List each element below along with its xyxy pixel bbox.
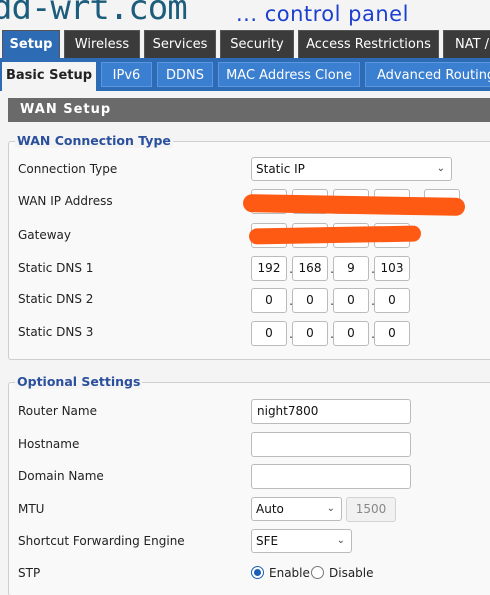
connection-type-label: Connection Type — [18, 162, 118, 176]
tab-ddns[interactable]: DDNS — [157, 62, 213, 87]
wan-connection-fieldset: WAN Connection Type Connection Type Stat… — [8, 133, 490, 360]
chevron-down-icon: ⌄ — [326, 503, 335, 514]
tab-security[interactable]: Security — [220, 30, 294, 58]
dns2-label: Static DNS 2 — [18, 292, 94, 306]
tab-advanced-routing[interactable]: Advanced Routing — [365, 62, 490, 87]
dns2-octet-1[interactable]: 0 — [251, 288, 287, 313]
connection-type-select[interactable]: Static IP ⌄ — [251, 157, 452, 181]
wan-ip-redaction — [242, 194, 466, 216]
optional-settings-legend: Optional Settings — [15, 374, 143, 389]
tab-wireless[interactable]: Wireless — [64, 30, 140, 58]
stp-disable-label[interactable]: Disable — [329, 566, 374, 580]
optional-settings-fieldset: Optional Settings Router Name night7800 … — [8, 374, 490, 595]
sfe-select[interactable]: SFE ⌄ — [251, 529, 352, 553]
router-name-label: Router Name — [18, 404, 97, 418]
sub-tab-bar: Basic Setup IPv6 DDNS MAC Address Clone … — [0, 58, 490, 91]
tagline: ... control panel — [236, 2, 409, 26]
content-area: WAN Setup WAN Connection Type Connection… — [0, 91, 490, 595]
mtu-mode-select[interactable]: Auto ⌄ — [251, 497, 342, 521]
dns3-octet-3[interactable]: 0 — [333, 321, 369, 346]
dns1-label: Static DNS 1 — [18, 261, 94, 275]
tab-nat[interactable]: NAT / — [443, 30, 490, 58]
tab-services[interactable]: Services — [144, 30, 216, 58]
dns2-octet-3[interactable]: 0 — [333, 288, 369, 313]
sfe-value: SFE — [256, 534, 279, 548]
tab-access-restrictions[interactable]: Access Restrictions — [298, 30, 439, 58]
tab-mac-address-clone[interactable]: MAC Address Clone — [218, 62, 360, 87]
mtu-label: MTU — [18, 502, 45, 516]
connection-type-value: Static IP — [256, 162, 305, 176]
domain-name-label: Domain Name — [18, 469, 104, 483]
dns2-octet-4[interactable]: 0 — [374, 288, 410, 313]
dns3-label: Static DNS 3 — [18, 325, 94, 339]
stp-disable-radio[interactable] — [311, 566, 324, 579]
stp-enable-label[interactable]: Enable — [269, 566, 310, 580]
dns3-octet-2[interactable]: 0 — [292, 321, 328, 346]
dns1-octet-1[interactable]: 192 — [251, 256, 287, 281]
dns3-octet-4[interactable]: 0 — [374, 321, 410, 346]
gateway-redaction — [248, 225, 422, 245]
stp-label: STP — [18, 566, 41, 580]
section-title: WAN Setup — [8, 98, 490, 122]
chevron-down-icon: ⌄ — [436, 163, 445, 174]
header: dd-wrt.com ... control panel — [0, 0, 490, 28]
dns3-octet-1[interactable]: 0 — [251, 321, 287, 346]
mtu-value-input: 1500 — [346, 497, 396, 522]
domain-name-input[interactable] — [251, 464, 411, 489]
dns1-octet-2[interactable]: 168 — [292, 256, 328, 281]
chevron-down-icon: ⌄ — [336, 535, 345, 546]
wan-ip-label: WAN IP Address — [18, 194, 113, 208]
hostname-label: Hostname — [18, 437, 80, 451]
mtu-mode-value: Auto — [256, 502, 284, 516]
router-name-input[interactable]: night7800 — [251, 399, 411, 424]
dns1-octet-3[interactable]: 9 — [333, 256, 369, 281]
tab-setup[interactable]: Setup — [2, 30, 60, 58]
dns2-octet-2[interactable]: 0 — [292, 288, 328, 313]
dns1-octet-4[interactable]: 103 — [374, 256, 410, 281]
tab-ipv6[interactable]: IPv6 — [101, 62, 152, 87]
tab-basic-setup[interactable]: Basic Setup — [2, 62, 96, 91]
sfe-label: Shortcut Forwarding Engine — [18, 534, 185, 548]
gateway-label: Gateway — [18, 228, 72, 242]
hostname-input[interactable] — [251, 432, 411, 457]
main-tab-bar: Setup Wireless Services Security Access … — [0, 28, 490, 58]
stp-enable-radio[interactable] — [251, 566, 264, 579]
logo: dd-wrt.com — [0, 0, 188, 28]
wan-connection-legend: WAN Connection Type — [15, 133, 173, 148]
